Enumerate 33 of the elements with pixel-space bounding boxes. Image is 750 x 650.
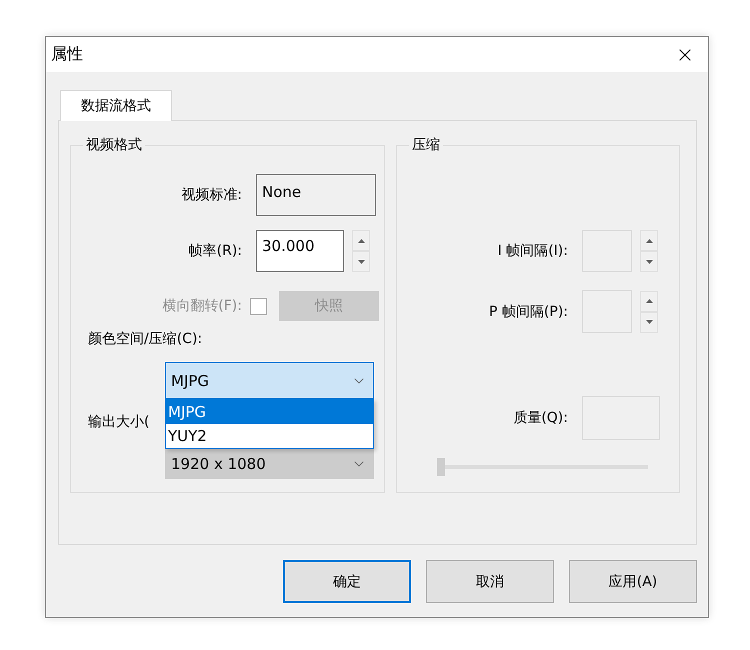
dropdown-option[interactable]: MJPG [166, 400, 373, 424]
down-triangle-icon [358, 260, 364, 264]
read-only-field: None [256, 174, 376, 216]
dialog-button[interactable]: 取消 [426, 560, 554, 603]
slider-thumb[interactable] [437, 458, 445, 476]
up-triangle-icon [358, 238, 364, 242]
dropdown[interactable]: MJPG [165, 362, 374, 399]
checkbox-label: 横向翻转(F): [161, 297, 242, 315]
group-title: 压缩 [409, 136, 443, 154]
down-triangle-icon [646, 320, 652, 324]
window-title: 属性 [51, 44, 83, 65]
spin-up-button[interactable] [640, 290, 658, 312]
spin-up-button[interactable] [352, 230, 370, 251]
field-label: 输出大小( [88, 413, 150, 431]
tab[interactable]: 数据流格式 [60, 90, 172, 121]
input-field[interactable]: 30.000 [256, 230, 344, 272]
dropdown-option[interactable]: YUY2 [166, 424, 373, 448]
field-label: 质量(Q): [512, 409, 568, 427]
spin-down-button[interactable] [640, 251, 658, 272]
down-triangle-icon [646, 260, 652, 264]
field-label: 视频标准: [180, 186, 242, 204]
spin-down-button[interactable] [640, 312, 658, 332]
spin-down-button[interactable] [352, 251, 370, 272]
group-title: 视频格式 [83, 136, 145, 154]
field-label: I 帧间隔(I): [496, 242, 568, 260]
field-label: 颜色空间/压缩(C): [88, 330, 202, 348]
spin-up-button[interactable] [640, 230, 658, 251]
field-label: 帧率(R): [188, 242, 242, 260]
up-triangle-icon [646, 238, 652, 242]
up-triangle-icon [646, 299, 652, 303]
dialog-button[interactable]: 应用(A) [569, 560, 697, 603]
dialog-button[interactable]: 确定 [283, 560, 411, 603]
field-label: P 帧间隔(P): [488, 302, 568, 320]
